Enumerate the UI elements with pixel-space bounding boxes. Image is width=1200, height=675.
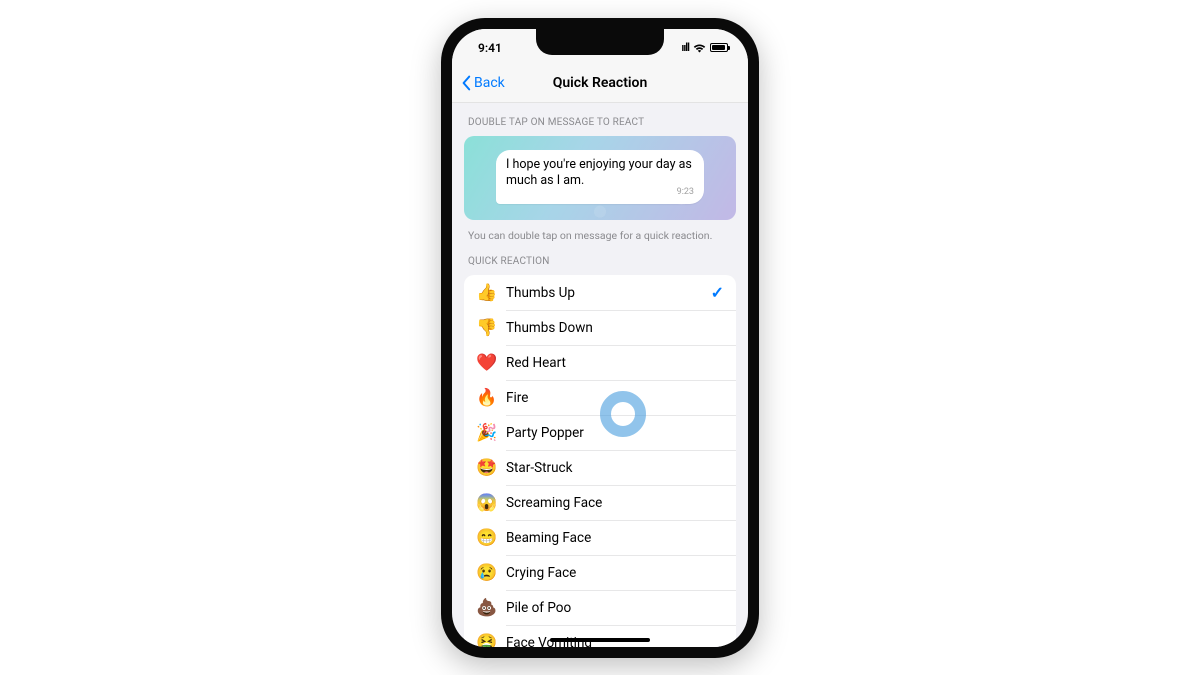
reaction-row[interactable]: 👍 Thumbs Up✓ <box>464 275 736 310</box>
preview-card[interactable]: I hope you're enjoying your day as much … <box>464 136 736 221</box>
reaction-row[interactable]: 😢 Crying Face <box>464 555 736 590</box>
chevron-left-icon <box>458 75 474 91</box>
reaction-emoji: 🔥 <box>476 388 498 408</box>
reaction-row[interactable]: 🤩 Star-Struck <box>464 450 736 485</box>
status-time: 9:41 <box>478 41 502 55</box>
reaction-label: Thumbs Down <box>506 320 724 336</box>
reaction-label: Party Popper <box>506 425 724 441</box>
reaction-emoji: 🤩 <box>476 458 498 478</box>
reaction-label: Fire <box>506 390 724 406</box>
reaction-emoji: 💩 <box>476 598 498 618</box>
reaction-emoji: 🎉 <box>476 423 498 443</box>
reaction-emoji: 😁 <box>476 528 498 548</box>
reaction-label: Red Heart <box>506 355 724 371</box>
battery-icon <box>710 43 728 52</box>
reaction-row[interactable]: 👎 Thumbs Down <box>464 310 736 345</box>
reaction-emoji: 👍 <box>476 283 498 303</box>
reaction-row[interactable]: 🤮Face Vomiting <box>464 625 736 647</box>
message-bubble[interactable]: I hope you're enjoying your day as much … <box>496 150 704 205</box>
back-label: Back <box>474 75 505 91</box>
back-button[interactable]: Back <box>452 75 505 91</box>
reaction-emoji: ❤️ <box>476 353 498 373</box>
phone-frame: 9:41 ııll Back Quick Reaction DOUBLE TAP… <box>441 18 759 658</box>
reaction-label: Thumbs Up <box>506 285 711 301</box>
checkmark-icon: ✓ <box>711 283 724 302</box>
preview-section-header: DOUBLE TAP ON MESSAGE TO REACT <box>452 103 748 132</box>
content-area: DOUBLE TAP ON MESSAGE TO REACT I hope yo… <box>452 103 748 647</box>
reaction-emoji: 🤮 <box>476 633 498 647</box>
reaction-label: Crying Face <box>506 565 724 581</box>
reaction-label: Pile of Poo <box>506 600 724 616</box>
reaction-emoji: 😱 <box>476 493 498 513</box>
cellular-signal-icon: ııll <box>681 41 689 54</box>
navigation-bar: Back Quick Reaction <box>452 65 748 103</box>
reaction-label: Screaming Face <box>506 495 724 511</box>
reaction-row[interactable]: 😁 Beaming Face <box>464 520 736 555</box>
reaction-list: 👍 Thumbs Up✓ 👎 Thumbs Down ❤️ Red Heart 🔥 Fire 🎉… <box>464 275 736 647</box>
wifi-icon <box>693 43 706 53</box>
reaction-label: Star-Struck <box>506 460 724 476</box>
reaction-emoji: 😢 <box>476 563 498 583</box>
reaction-row[interactable]: 💩 Pile of Poo <box>464 590 736 625</box>
status-indicators: ııll <box>681 41 728 54</box>
reaction-row[interactable]: 😱 Screaming Face <box>464 485 736 520</box>
reaction-label: Beaming Face <box>506 530 724 546</box>
phone-screen: 9:41 ııll Back Quick Reaction DOUBLE TAP… <box>452 29 748 647</box>
reaction-emoji: 👎 <box>476 318 498 338</box>
reaction-row[interactable]: 🎉 Party Popper <box>464 415 736 450</box>
reaction-row[interactable]: 🔥 Fire <box>464 380 736 415</box>
list-section-header: QUICK REACTION <box>452 242 748 271</box>
home-indicator[interactable] <box>550 638 650 642</box>
preview-footer: You can double tap on message for a quic… <box>452 224 748 242</box>
phone-notch <box>536 29 664 55</box>
reaction-row[interactable]: ❤️ Red Heart <box>464 345 736 380</box>
message-text: I hope you're enjoying your day as much … <box>506 157 694 190</box>
page-title: Quick Reaction <box>553 75 648 91</box>
